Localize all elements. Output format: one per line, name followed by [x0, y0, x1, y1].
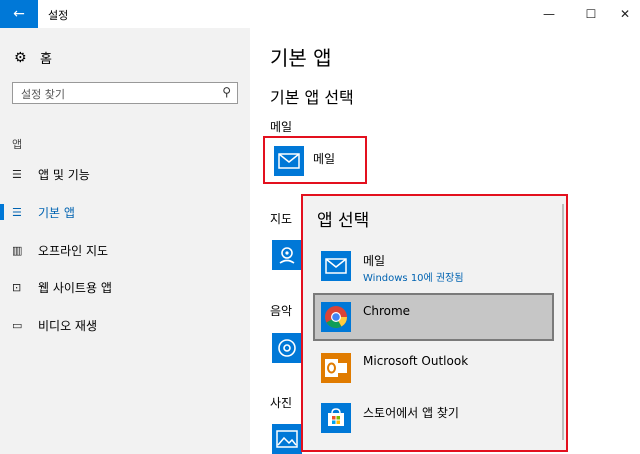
outlook-icon: [321, 353, 351, 383]
category-music: 음악: [270, 304, 293, 318]
close-button[interactable]: ✕: [602, 0, 640, 28]
back-arrow-icon: ←: [13, 6, 25, 22]
sidebar-item-offline-maps[interactable]: ▥ 오프라인 지도: [0, 238, 250, 262]
sidebar-item-apps-features[interactable]: ☰ 앱 및 기능: [0, 162, 250, 186]
section-label-apps: 앱: [12, 138, 23, 151]
sidebar-home[interactable]: ⚙ 홈: [14, 48, 52, 68]
option-name: 메일: [363, 254, 386, 268]
option-chrome[interactable]: Chrome: [313, 293, 554, 341]
minimize-button[interactable]: —: [526, 0, 572, 28]
window-title: 설정: [48, 9, 69, 22]
sidebar-item-label: 앱 및 기능: [38, 167, 90, 182]
sidebar-item-default-apps[interactable]: ☰ 기본 앱: [0, 200, 250, 224]
default-apps-icon: ☰: [12, 205, 22, 219]
search-placeholder: 설정 찾기: [21, 88, 65, 101]
category-mail: 메일: [270, 120, 293, 134]
option-name: Chrome: [363, 304, 411, 318]
video-playback-icon: ▭: [12, 318, 23, 332]
option-store[interactable]: 스토어에서 앱 찾기: [313, 394, 554, 442]
minimize-icon: —: [543, 7, 555, 21]
category-photos: 사진: [270, 396, 293, 410]
sidebar: ⚙ 홈 설정 찾기 ⚲ 앱 ☰ 앱 및 기능 ☰ 기본 앱 ▥ 오프라인 지도 …: [0, 28, 250, 454]
search-icon: ⚲: [222, 85, 231, 99]
mail-app-label: 메일: [313, 152, 336, 166]
popup-title: 앱 선택: [317, 211, 370, 231]
maximize-icon: ☐: [585, 7, 597, 21]
gear-icon: ⚙: [14, 49, 27, 66]
mail-icon: [321, 251, 351, 281]
sidebar-item-label: 기본 앱: [38, 205, 75, 220]
option-name: Microsoft Outlook: [363, 354, 469, 368]
photos-app-icon[interactable]: [272, 424, 302, 454]
sidebar-item-apps-for-websites[interactable]: ⊡ 웹 사이트용 앱: [0, 275, 250, 299]
mail-app-button[interactable]: 메일: [263, 136, 367, 184]
back-button[interactable]: ←: [0, 0, 38, 28]
option-name: 스토어에서 앱 찾기: [363, 406, 459, 420]
sidebar-item-label: 웹 사이트용 앱: [38, 280, 112, 295]
close-icon: ✕: [619, 7, 631, 21]
option-recommended: Windows 10에 권장됨: [363, 273, 464, 284]
search-input[interactable]: 설정 찾기 ⚲: [12, 82, 238, 104]
maps-app-icon[interactable]: [272, 240, 302, 270]
store-icon: [321, 403, 351, 433]
chrome-icon: [321, 302, 351, 332]
music-app-icon[interactable]: [272, 333, 302, 363]
page-title: 기본 앱: [270, 46, 332, 70]
popup-scrollbar[interactable]: [562, 204, 564, 440]
app-chooser-popup: 앱 선택 메일 Windows 10에 권장됨 Chrome Microsoft…: [301, 194, 568, 452]
sidebar-item-video-playback[interactable]: ▭ 비디오 재생: [0, 313, 250, 337]
mail-icon: [274, 146, 304, 176]
apps-list-icon: ☰: [12, 167, 22, 181]
title-bar: ← 설정 — ☐ ✕: [0, 0, 640, 28]
option-mail[interactable]: 메일 Windows 10에 권장됨: [313, 242, 554, 290]
offline-map-icon: ▥: [12, 243, 23, 257]
home-label: 홈: [40, 52, 52, 67]
sidebar-item-label: 오프라인 지도: [38, 243, 109, 258]
active-indicator: [0, 204, 4, 220]
section-title: 기본 앱 선택: [270, 88, 354, 107]
sidebar-item-label: 비디오 재생: [38, 318, 98, 333]
option-outlook[interactable]: Microsoft Outlook: [313, 344, 554, 392]
website-app-icon: ⊡: [12, 280, 22, 294]
category-maps: 지도: [270, 212, 293, 226]
